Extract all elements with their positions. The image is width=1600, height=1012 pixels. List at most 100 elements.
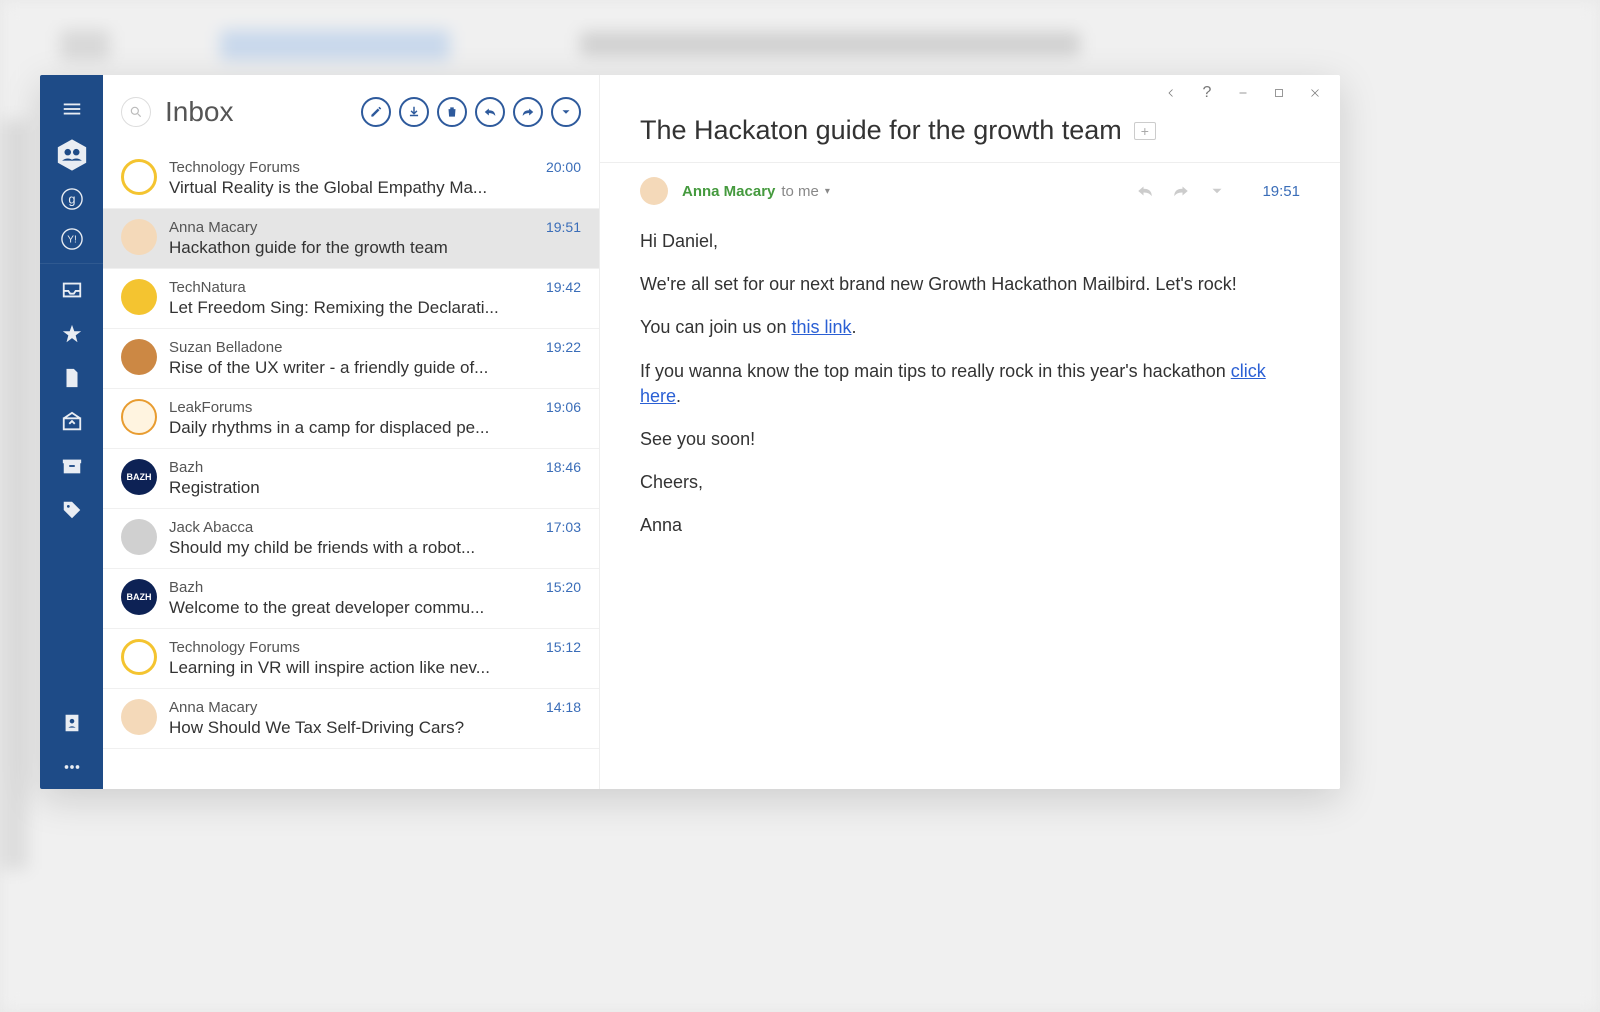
maximize-button[interactable] (1272, 86, 1286, 100)
app-window: g Y! (40, 75, 1340, 789)
email-list[interactable]: Technology Forums 20:00 Virtual Reality is… (103, 149, 599, 789)
avatar (121, 219, 157, 255)
reader-panel: ? The Hackaton guide for the growth team… (600, 75, 1340, 789)
body-p4: See you soon! (640, 427, 1300, 452)
starred-icon[interactable] (40, 312, 103, 356)
add-tab-button[interactable]: + (1134, 122, 1156, 140)
dropdown-icon[interactable] (1208, 182, 1226, 200)
avatar (121, 339, 157, 375)
sender-name: Anna Macary (682, 183, 775, 200)
email-subject-preview: Hackathon guide for the growth team (169, 238, 581, 258)
email-time: 17:03 (546, 519, 581, 535)
help-button[interactable]: ? (1200, 86, 1214, 100)
email-body: Hi Daniel, We're all set for our next br… (600, 205, 1340, 581)
sidebar: g Y! (40, 75, 103, 789)
tags-icon[interactable] (40, 488, 103, 532)
drafts-icon[interactable] (40, 356, 103, 400)
email-sender: TechNatura (169, 279, 246, 296)
email-sender: Suzan Belladone (169, 339, 282, 356)
delete-button[interactable] (437, 97, 467, 127)
google-account-icon[interactable]: g (40, 179, 103, 219)
recipient-label: to me (781, 183, 819, 200)
email-item[interactable]: TechNatura 19:42 Let Freedom Sing: Remixin… (103, 269, 599, 329)
join-link[interactable]: this link (791, 317, 851, 337)
email-time: 15:12 (546, 639, 581, 655)
email-sender: Technology Forums (169, 639, 300, 656)
email-time: 18:46 (546, 459, 581, 475)
email-item[interactable]: BAZHBazh18:46Registration (103, 449, 599, 509)
reply-icon[interactable] (1136, 182, 1154, 200)
email-sender: Bazh (169, 579, 203, 596)
email-subject-preview: Should my child be friends with a robot.… (169, 538, 581, 558)
list-header: Inbox (103, 75, 599, 149)
reader-meta: Anna Macary to me ▾ 19:51 (600, 163, 1340, 205)
email-time: 19:51 (546, 219, 581, 235)
email-subject-preview: Let Freedom Sing: Remixing the Declarati… (169, 298, 581, 318)
contacts-icon[interactable] (40, 131, 103, 179)
body-greeting: Hi Daniel, (640, 229, 1300, 254)
svg-text:Y!: Y! (67, 235, 77, 246)
email-subject-preview: Rise of the UX writer - a friendly guide… (169, 358, 581, 378)
close-button[interactable] (1308, 86, 1322, 100)
email-sender: Jack Abacca (169, 519, 253, 536)
email-item[interactable]: Technology Forums15:12Learning in VR wil… (103, 629, 599, 689)
email-time: 19:51 (1262, 183, 1300, 200)
window-controls: ? (600, 75, 1340, 101)
archive-icon[interactable] (40, 444, 103, 488)
email-subject-preview: Welcome to the great developer commu... (169, 598, 581, 618)
email-subject-preview: Registration (169, 478, 581, 498)
email-item[interactable]: Technology Forums20:00Virtual Reality is… (103, 149, 599, 209)
forward-button[interactable] (513, 97, 543, 127)
email-sender: Anna Macary (169, 699, 257, 716)
body-p1: We're all set for our next brand new Gro… (640, 272, 1300, 297)
avatar (121, 279, 157, 315)
avatar (121, 159, 157, 195)
email-subject: The Hackaton guide for the growth team (640, 115, 1122, 146)
email-list-panel: Inbox Technology Forums 20:00 Virtual Real… (103, 75, 600, 789)
email-subject-preview: Virtual Reality is the Global Empathy Ma… (169, 178, 581, 198)
email-time: 15:20 (546, 579, 581, 595)
email-item[interactable]: LeakForums19:06Daily rhythms in a camp f… (103, 389, 599, 449)
email-subject-preview: Daily rhythms in a camp for displaced pe… (169, 418, 581, 438)
compose-button[interactable] (361, 97, 391, 127)
menu-icon[interactable] (40, 87, 103, 131)
avatar (121, 399, 157, 435)
email-subject-preview: How Should We Tax Self-Driving Cars? (169, 718, 581, 738)
email-item[interactable]: Anna Macary 14:18 How Should We Tax Self-D… (103, 689, 599, 749)
back-button[interactable] (1164, 86, 1178, 100)
download-button[interactable] (399, 97, 429, 127)
avatar (121, 699, 157, 735)
more-icon[interactable] (40, 745, 103, 789)
email-sender: Anna Macary (169, 219, 257, 236)
email-item[interactable]: Jack Abacca 17:03 Should my child be frien… (103, 509, 599, 569)
minimize-button[interactable] (1236, 86, 1250, 100)
inbox-icon[interactable] (40, 268, 103, 312)
email-item[interactable]: BAZH Bazh 15:20 Welcome to the great develo… (103, 569, 599, 629)
avatar (121, 519, 157, 555)
email-time: 20:00 (546, 159, 581, 175)
toolbar (361, 97, 581, 127)
addressbook-icon[interactable] (40, 701, 103, 745)
email-time: 14:18 (546, 699, 581, 715)
expand-recipients-button[interactable]: ▾ (825, 186, 830, 197)
forward-icon[interactable] (1172, 182, 1190, 200)
email-time: 19:42 (546, 279, 581, 295)
yahoo-account-icon[interactable]: Y! (40, 219, 103, 259)
reader-header: The Hackaton guide for the growth team + (600, 101, 1340, 163)
inbox-title: Inbox (165, 96, 234, 128)
more-actions-button[interactable] (551, 97, 581, 127)
avatar: BAZH (121, 579, 157, 615)
reply-button[interactable] (475, 97, 505, 127)
email-item[interactable]: Anna Macary 19:51 Hackathon guide for the … (103, 209, 599, 269)
body-p5: Cheers, (640, 470, 1300, 495)
email-item[interactable]: Suzan Belladone 19:22 Rise of the UX write… (103, 329, 599, 389)
body-p3: If you wanna know the top main tips to r… (640, 359, 1300, 409)
avatar: BAZH (121, 459, 157, 495)
reader-actions: 19:51 (1136, 182, 1300, 200)
email-time: 19:06 (546, 399, 581, 415)
email-time: 19:22 (546, 339, 581, 355)
sent-icon[interactable] (40, 400, 103, 444)
body-p2: You can join us on this link. (640, 315, 1300, 340)
sender-avatar (640, 177, 668, 205)
search-button[interactable] (121, 97, 151, 127)
